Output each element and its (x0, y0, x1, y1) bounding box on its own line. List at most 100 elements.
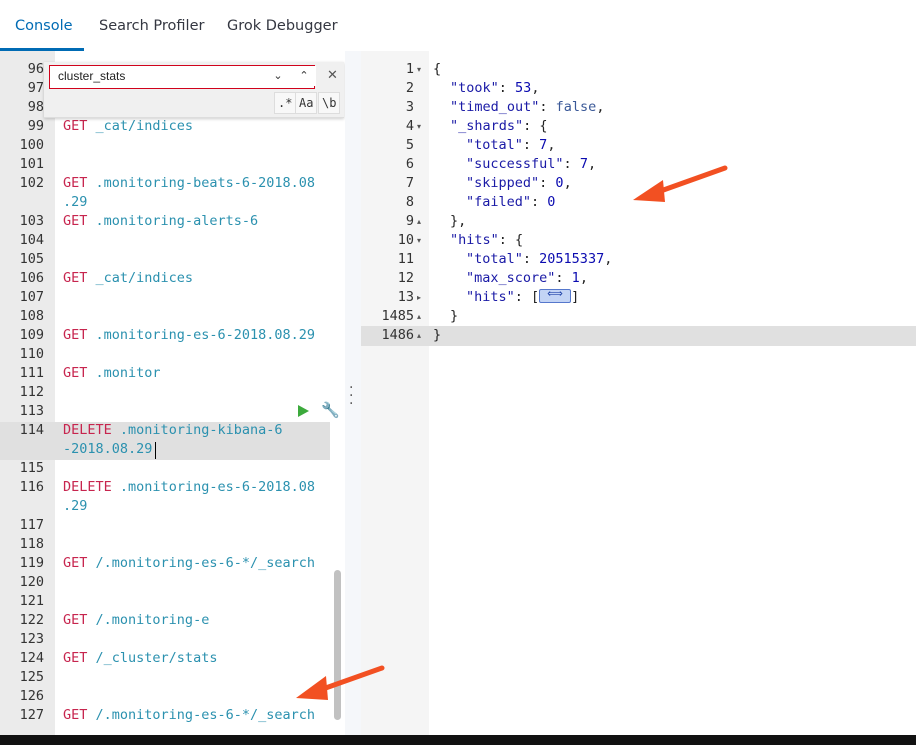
request-path: _cat/indices (95, 118, 194, 134)
json-hits-max-score: "max_score": 1, (466, 270, 588, 286)
json-hits: "hits": { (450, 232, 524, 248)
request-line[interactable]: GET .monitoring-alerts-6 (63, 213, 258, 229)
request-line[interactable]: GET /_cluster/stats (63, 650, 217, 666)
tab-grok-debugger[interactable]: Grok Debugger (227, 18, 338, 34)
request-path-wrap: .29 (63, 498, 88, 514)
json-shards: "_shards": { (450, 118, 548, 134)
request-editor[interactable] (55, 51, 345, 735)
response-line-number: 13 (397, 289, 414, 305)
tab-search-profiler[interactable]: Search Profiler (99, 18, 204, 34)
request-path-wrap: -2018.08.29 (63, 441, 153, 457)
json-open-brace: { (433, 61, 442, 77)
json-took: "took": 53, (450, 80, 540, 96)
line-number: 110 (19, 346, 44, 362)
request-path: _cat/indices (95, 270, 194, 286)
chevron-up-icon[interactable]: ⌃ (292, 66, 316, 86)
fold-toggle-icon[interactable]: ▴ (417, 217, 421, 226)
line-number: 125 (19, 669, 44, 685)
case-sensitive-toggle[interactable]: Aa (295, 92, 318, 114)
json-shards-close: }, (450, 213, 467, 229)
line-number: 126 (19, 688, 44, 704)
fold-toggle-icon[interactable]: ▸ (417, 293, 421, 302)
response-line-number: 8 (405, 194, 414, 210)
response-line-number: 5 (405, 137, 414, 153)
request-line[interactable]: DELETE .monitoring-kibana-6 (63, 422, 282, 438)
response-line-number: 12 (397, 270, 414, 286)
fold-toggle-icon[interactable]: ▾ (417, 122, 421, 131)
close-icon[interactable]: ✕ (327, 68, 338, 83)
line-number: 117 (19, 517, 44, 533)
http-method: GET (63, 612, 88, 628)
line-number: 103 (19, 213, 44, 229)
line-number: 98 (27, 99, 44, 115)
annotation-arrow-icon-2 (296, 665, 385, 700)
line-number: 99 (27, 118, 44, 134)
request-line[interactable]: GET _cat/indices (63, 118, 193, 134)
json-hits-hits: "hits": [] (466, 287, 579, 306)
request-path: /.monitoring-e (95, 612, 210, 628)
response-line-number: 1 (405, 61, 414, 77)
json-shards-failed: "failed": 0 (466, 194, 556, 210)
line-number: 105 (19, 251, 44, 267)
line-number: 116 (19, 479, 44, 495)
response-line-number: 1486 (381, 327, 414, 343)
fold-toggle-icon[interactable]: ▾ (417, 65, 421, 74)
http-method: GET (63, 365, 88, 381)
response-editor[interactable] (429, 51, 916, 735)
request-path: .monitoring-es-6-2018.08.29 (95, 327, 315, 343)
response-line-number: 9 (405, 213, 414, 229)
request-line[interactable]: GET .monitoring-beats-6-2018.08 (63, 175, 315, 191)
response-line-number: 1485 (381, 308, 414, 324)
http-method: GET (63, 175, 88, 191)
line-number: 114 (19, 422, 44, 438)
response-gutter (361, 51, 429, 735)
line-number: 102 (19, 175, 44, 191)
json-shards-skipped: "skipped": 0, (466, 175, 572, 191)
line-number: 100 (19, 137, 44, 153)
chevron-down-icon[interactable]: ⌄ (266, 66, 290, 86)
line-number: 123 (19, 631, 44, 647)
line-number: 119 (19, 555, 44, 571)
http-method: DELETE (63, 479, 112, 495)
response-line-number: 11 (397, 251, 414, 267)
request-path: .monitoring-alerts-6 (95, 213, 259, 229)
http-method: GET (63, 327, 88, 343)
fold-toggle-icon[interactable]: ▾ (417, 236, 421, 245)
fold-toggle-icon[interactable]: ▴ (417, 331, 421, 340)
http-method: GET (63, 270, 88, 286)
request-line[interactable]: GET _cat/indices (63, 270, 193, 286)
request-line[interactable]: GET .monitor (63, 365, 161, 381)
line-number: 96 (27, 61, 44, 77)
fold-toggle-icon[interactable]: ▴ (417, 312, 421, 321)
wrench-icon[interactable]: 🔧 (321, 401, 340, 419)
folded-content-icon[interactable] (539, 287, 572, 303)
tab-console[interactable]: Console (15, 18, 73, 34)
http-method: GET (63, 213, 88, 229)
request-path: .monitor (95, 365, 161, 381)
request-line[interactable]: GET .monitoring-es-6-2018.08.29 (63, 327, 315, 343)
request-line[interactable]: GET /.monitoring-es-6-*/_search (63, 707, 315, 723)
request-line[interactable]: GET /.monitoring-e (63, 612, 209, 628)
request-path: .monitoring-kibana-6 (119, 422, 283, 438)
request-line[interactable]: DELETE .monitoring-es-6-2018.08 (63, 479, 315, 495)
json-shards-successful: "successful": 7, (466, 156, 597, 172)
line-number: 127 (19, 707, 44, 723)
whole-word-toggle[interactable]: \b (318, 92, 341, 114)
json-hits-close: } (450, 308, 459, 324)
json-close-brace: } (433, 327, 442, 343)
request-line[interactable]: GET /.monitoring-es-6-*/_search (63, 555, 315, 571)
json-timed-out: "timed_out": false, (450, 99, 605, 115)
regex-toggle[interactable]: .* (274, 92, 297, 114)
line-number: 113 (19, 403, 44, 419)
tab-bar: Console Search Profiler Grok Debugger (0, 0, 916, 52)
line-number: 107 (19, 289, 44, 305)
response-line-number: 7 (405, 175, 414, 191)
splitter-handle-icon[interactable]: · · · (349, 381, 353, 411)
line-number: 120 (19, 574, 44, 590)
line-number: 97 (27, 80, 44, 96)
find-widget: cluster_stats ⌄ ⌃ ✕ .* Aa \b (44, 62, 344, 118)
line-number: 124 (19, 650, 44, 666)
send-request-icon[interactable] (298, 405, 309, 417)
response-line-number: 6 (405, 156, 414, 172)
request-path: /.monitoring-es-6-*/_search (95, 707, 315, 723)
